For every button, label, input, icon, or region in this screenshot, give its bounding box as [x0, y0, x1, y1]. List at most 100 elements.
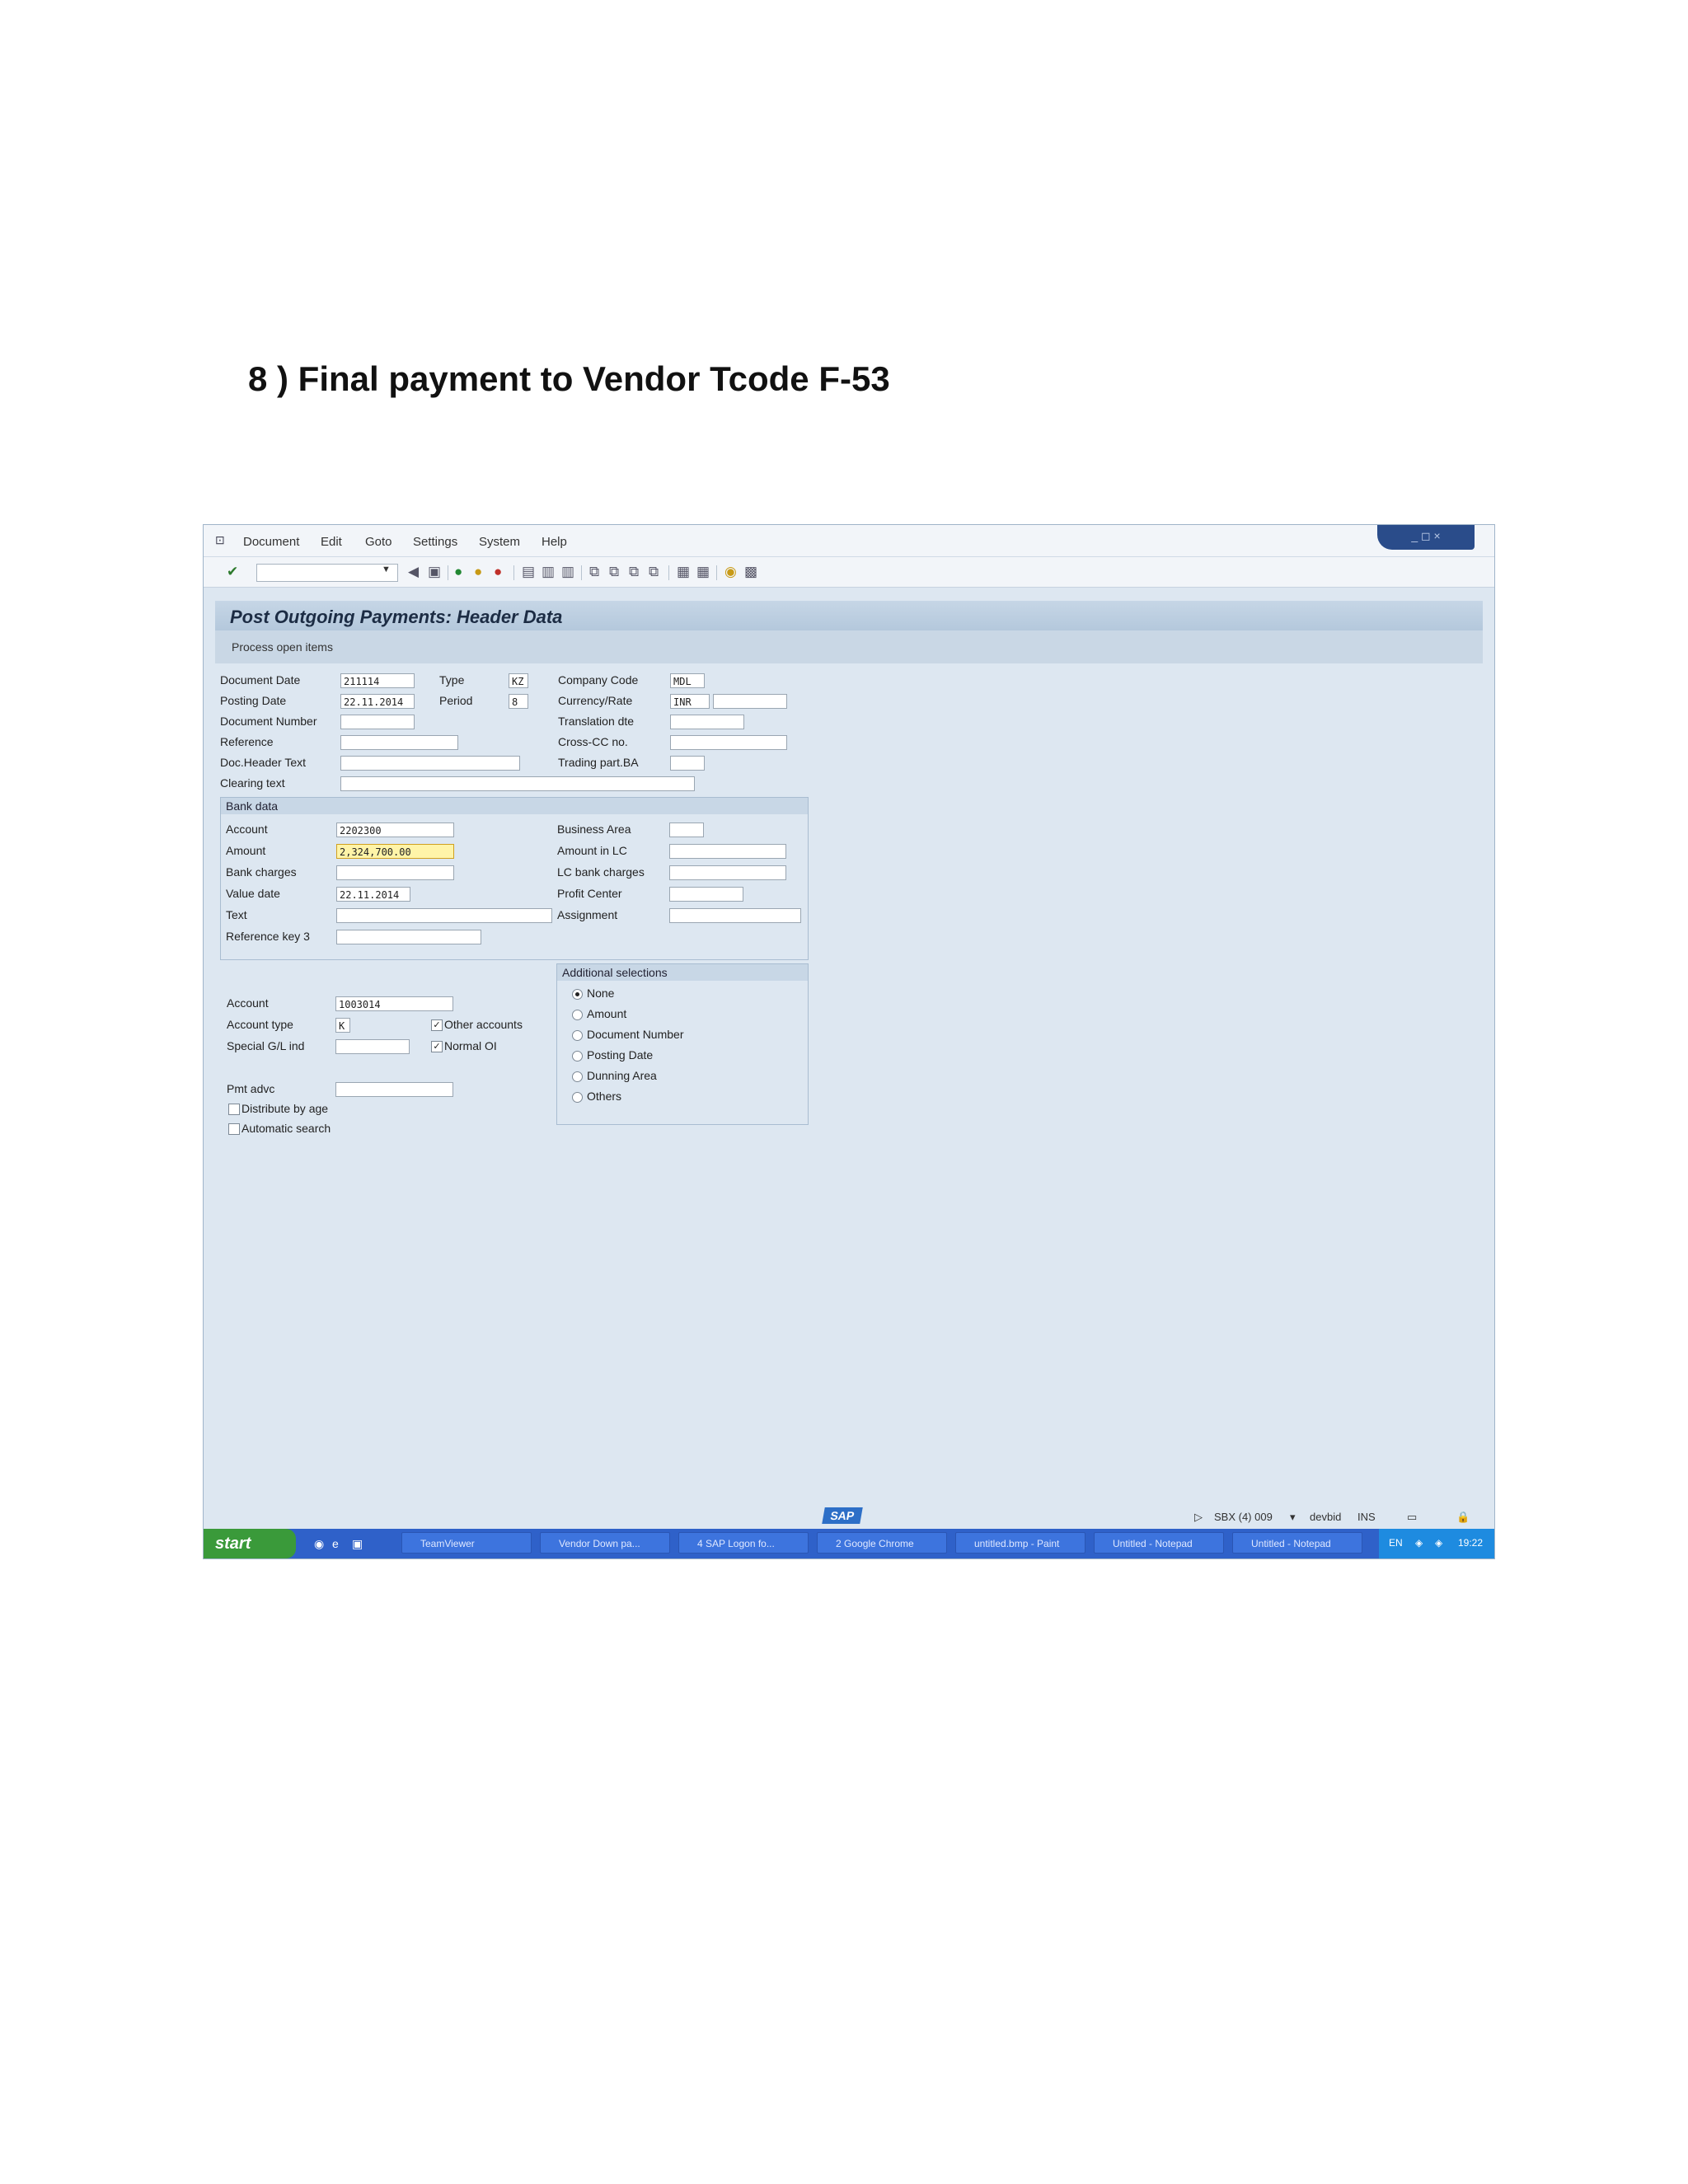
- type-field[interactable]: KZ: [509, 673, 528, 688]
- menu-system[interactable]: System: [479, 535, 520, 549]
- distribute-by-age-checkbox[interactable]: [228, 1104, 240, 1115]
- task-teamviewer[interactable]: TeamViewer: [401, 1532, 532, 1554]
- others-radio[interactable]: [572, 1092, 583, 1103]
- task-google-chrome[interactable]: 2 Google Chrome: [817, 1532, 947, 1554]
- menu-goto[interactable]: Goto: [365, 535, 392, 549]
- doc-header-text-field[interactable]: [340, 756, 520, 771]
- business-area-field[interactable]: [669, 823, 704, 837]
- lock-icon[interactable]: 🔒: [1456, 1511, 1470, 1524]
- status-window-icon[interactable]: ▭: [1407, 1511, 1417, 1524]
- dunning-area-radio[interactable]: [572, 1071, 583, 1082]
- language-indicator[interactable]: EN: [1389, 1537, 1403, 1549]
- enter-icon[interactable]: ✔: [227, 564, 238, 580]
- amount-radio[interactable]: [572, 1010, 583, 1020]
- menu-edit[interactable]: Edit: [321, 535, 342, 549]
- next-page-icon[interactable]: ⧉: [629, 564, 639, 580]
- input-mode[interactable]: INS: [1357, 1511, 1376, 1523]
- task-notepad-1[interactable]: Untitled - Notepad: [1094, 1532, 1224, 1554]
- cross-cc-label: Cross-CC no.: [558, 735, 628, 748]
- back-arrow-icon[interactable]: ◀: [408, 564, 419, 580]
- bank-data-title: Bank data: [226, 799, 279, 813]
- posting-date-radio[interactable]: [572, 1051, 583, 1062]
- cancel-icon[interactable]: ●: [494, 564, 502, 580]
- document-number-field[interactable]: [340, 715, 415, 729]
- payment-advice-field[interactable]: [335, 1082, 453, 1097]
- currency-rate-label: Currency/Rate: [558, 694, 633, 707]
- automatic-search-checkbox[interactable]: [228, 1123, 240, 1135]
- first-page-icon[interactable]: ⧉: [589, 564, 599, 580]
- task-sap-logon[interactable]: 4 SAP Logon fo...: [678, 1532, 809, 1554]
- find-next-icon[interactable]: ▥: [561, 564, 574, 580]
- clearing-text-field[interactable]: [340, 776, 695, 791]
- normal-oi-checkbox[interactable]: ✓: [431, 1041, 443, 1052]
- period-field[interactable]: 8: [509, 694, 528, 709]
- last-page-icon[interactable]: ⧉: [649, 564, 659, 580]
- process-open-items-button[interactable]: Process open items: [232, 640, 333, 654]
- quicklaunch-desktop-icon[interactable]: ▣: [352, 1537, 363, 1551]
- bank-charges-field[interactable]: [336, 865, 454, 880]
- quicklaunch-browser-icon[interactable]: ◉: [314, 1537, 324, 1551]
- task-paint[interactable]: untitled.bmp - Paint: [955, 1532, 1085, 1554]
- find-icon[interactable]: ▥: [542, 564, 555, 580]
- posting-date-radio-label: Posting Date: [587, 1048, 654, 1062]
- clearing-text-label: Clearing text: [220, 776, 285, 790]
- open-item-account-field[interactable]: 1003014: [335, 996, 453, 1011]
- reference-key3-label: Reference key 3: [226, 930, 310, 943]
- lc-bank-charges-field[interactable]: [669, 865, 786, 880]
- value-date-field[interactable]: 22.11.2014: [336, 887, 410, 902]
- command-field[interactable]: [256, 564, 398, 582]
- status-expand-icon[interactable]: ▷: [1194, 1511, 1203, 1524]
- shortcut-icon[interactable]: ▦: [696, 564, 710, 580]
- special-gl-field[interactable]: [335, 1039, 410, 1054]
- help-icon[interactable]: ◉: [724, 564, 737, 580]
- other-accounts-checkbox[interactable]: ✓: [431, 1019, 443, 1031]
- amount-field[interactable]: 2,324,700.00: [336, 844, 454, 859]
- layout-menu-icon[interactable]: ▩: [744, 564, 757, 580]
- assignment-field[interactable]: [669, 908, 801, 923]
- document-date-field[interactable]: 211114: [340, 673, 415, 688]
- start-button[interactable]: start: [204, 1529, 296, 1558]
- translation-date-field[interactable]: [670, 715, 744, 729]
- none-radio[interactable]: [572, 989, 583, 1000]
- company-code-field[interactable]: MDL: [670, 673, 705, 688]
- trading-part-ba-field[interactable]: [670, 756, 705, 771]
- quicklaunch-ie-icon[interactable]: e: [332, 1537, 339, 1550]
- menu-settings[interactable]: Settings: [413, 535, 457, 549]
- back-icon[interactable]: ●: [454, 564, 462, 580]
- menu-help[interactable]: Help: [542, 535, 567, 549]
- system-chevron-down-icon[interactable]: ▾: [1290, 1511, 1296, 1524]
- system-info[interactable]: SBX (4) 009: [1214, 1511, 1273, 1523]
- sap-window: ⊡ Document Edit Goto Settings System Hel…: [203, 524, 1495, 1559]
- account-type-field[interactable]: K: [335, 1018, 350, 1033]
- reference-field[interactable]: [340, 735, 458, 750]
- exchange-rate-field[interactable]: [713, 694, 787, 709]
- bank-text-field[interactable]: [336, 908, 552, 923]
- profit-center-field[interactable]: [669, 887, 743, 902]
- bank-account-field[interactable]: 2202300: [336, 823, 454, 837]
- currency-field[interactable]: INR: [670, 694, 710, 709]
- tray-network-icon[interactable]: ◈: [1415, 1537, 1423, 1549]
- tray-volume-icon[interactable]: ◈: [1435, 1537, 1442, 1549]
- other-accounts-label: Other accounts: [444, 1018, 523, 1031]
- task-vendor-down-payment[interactable]: Vendor Down pa...: [540, 1532, 670, 1554]
- previous-page-icon[interactable]: ⧉: [609, 564, 619, 580]
- document-number-radio[interactable]: [572, 1030, 583, 1041]
- amount-in-lc-field[interactable]: [669, 844, 786, 859]
- save-icon[interactable]: ▣: [428, 564, 441, 580]
- posting-date-field[interactable]: 22.11.2014: [340, 694, 415, 709]
- window-controls[interactable]: _ ◻ ×: [1377, 525, 1475, 550]
- task-notepad-2[interactable]: Untitled - Notepad: [1232, 1532, 1362, 1554]
- clock[interactable]: 19:22: [1458, 1537, 1483, 1549]
- reference-key3-field[interactable]: [336, 930, 481, 944]
- menu-document[interactable]: Document: [243, 535, 299, 549]
- others-radio-label: Others: [587, 1090, 622, 1103]
- cross-cc-field[interactable]: [670, 735, 787, 750]
- new-session-icon[interactable]: ▦: [677, 564, 690, 580]
- standard-toolbar: ✔ ▼ ◀ ▣ ● ● ● ▤ ▥ ▥ ⧉ ⧉ ⧉ ⧉ ▦ ▦ ◉ ▩: [204, 557, 1494, 588]
- exit-icon[interactable]: ●: [474, 564, 482, 580]
- chevron-down-icon[interactable]: ▼: [382, 565, 391, 574]
- print-icon[interactable]: ▤: [522, 564, 535, 580]
- normal-oi-label: Normal OI: [444, 1039, 497, 1052]
- special-gl-label: Special G/L ind: [227, 1039, 305, 1052]
- menu-window-icon[interactable]: ⊡: [215, 533, 225, 547]
